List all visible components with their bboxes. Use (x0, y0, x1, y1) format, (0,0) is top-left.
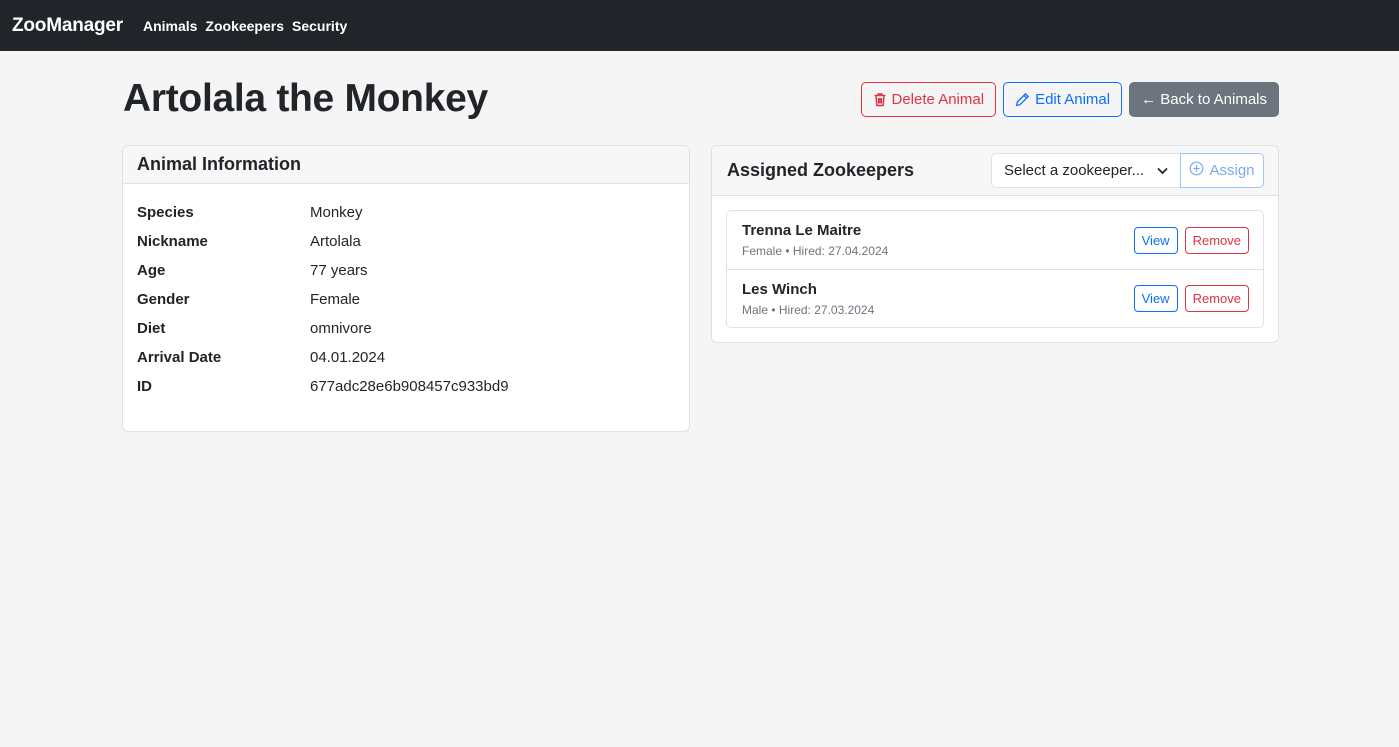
animal-information-card: Animal Information Species Monkey Nickna… (122, 145, 690, 432)
keeper-details: Trenna Le Maitre Female • Hired: 27.04.2… (742, 222, 888, 258)
view-keeper-button[interactable]: View (1133, 226, 1178, 254)
edit-animal-button[interactable]: Edit Animal (1003, 81, 1123, 117)
assign-button[interactable]: Assign (1180, 153, 1264, 188)
assigned-zookeepers-card: Assigned Zookeepers Select a zookeeper..… (711, 145, 1279, 343)
delete-animal-button[interactable]: Delete Animal (860, 81, 997, 117)
keeper-name: Les Winch (742, 280, 817, 298)
info-value: Monkey (310, 204, 363, 221)
info-label: Diet (137, 320, 166, 337)
plus-circle-icon (1189, 161, 1204, 180)
zookeeper-select-value: Select a zookeeper... (1004, 162, 1145, 179)
pencil-icon (1015, 92, 1030, 107)
info-value: Female (310, 291, 361, 308)
remove-keeper-button[interactable]: Remove (1184, 285, 1249, 312)
info-row-nickname: Nickname Artolala (137, 227, 675, 256)
info-label: Species (137, 204, 194, 221)
keeper-name: Trenna Le Maitre (742, 222, 862, 239)
zookeepers-list: Trenna Le Maitre Female • Hired: 27.04.2… (726, 210, 1264, 328)
keeper-details: Les Winch Male • Hired: 27.03.2024 (742, 281, 874, 317)
list-item: Trenna Le Maitre Female • Hired: 27.04.2… (727, 211, 1263, 269)
info-row-arrival-date: Arrival Date 04.01.2024 (137, 343, 675, 372)
keeper-actions: View Remove (1133, 226, 1249, 254)
assign-label: Assign (1209, 162, 1255, 179)
keeper-meta: Male • Hired: 27.03.2024 (742, 302, 875, 317)
trash-icon (873, 92, 887, 107)
info-row-gender: Gender Female (137, 285, 675, 314)
back-to-animals-button[interactable]: ← Back to Animals (1129, 81, 1279, 117)
remove-keeper-button[interactable]: Remove (1184, 226, 1249, 254)
chevron-down-icon (1157, 162, 1168, 179)
info-label: Gender (137, 291, 190, 308)
keeper-meta: Female • Hired: 27.04.2024 (742, 244, 889, 258)
info-value: omnivore (310, 320, 372, 337)
top-navbar: ZooManager Animals Zookeepers Security (0, 0, 1399, 51)
zookeeper-select[interactable]: Select a zookeeper... (991, 153, 1180, 188)
info-value: 677adc28e6b908457c933bd9 (310, 378, 509, 395)
nav-link-animals[interactable]: Animals (143, 18, 197, 34)
info-label: Age (137, 262, 166, 279)
info-row-species: Species Monkey (137, 198, 675, 227)
info-label: ID (137, 378, 152, 395)
view-keeper-button[interactable]: View (1133, 285, 1178, 312)
info-value: 77 years (310, 262, 368, 279)
page-title: Artolala the Monkey (123, 77, 488, 120)
animal-information-header: Animal Information (123, 146, 689, 184)
brand-logo[interactable]: ZooManager (12, 15, 123, 37)
assigned-zookeepers-title: Assigned Zookeepers (727, 160, 915, 180)
edit-animal-label: Edit Animal (1035, 90, 1111, 108)
info-label: Arrival Date (137, 349, 222, 366)
keeper-actions: View Remove (1133, 285, 1249, 312)
info-value: Artolala (310, 233, 361, 250)
info-value: 04.01.2024 (310, 349, 386, 366)
header-actions: Delete Animal Edit Animal ← Back to Anim… (860, 81, 1279, 117)
list-item: Les Winch Male • Hired: 27.03.2024 View … (727, 269, 1263, 327)
nav-link-zookeepers[interactable]: Zookeepers (205, 18, 284, 34)
info-row-diet: Diet omnivore (137, 314, 675, 343)
assigned-zookeepers-header: Assigned Zookeepers Select a zookeeper..… (712, 146, 1278, 196)
info-row-age: Age 77 years (137, 256, 675, 285)
assign-zookeeper-group: Select a zookeeper... Assign (991, 153, 1264, 188)
info-row-id: ID 677adc28e6b908457c933bd9 (137, 372, 675, 401)
delete-animal-label: Delete Animal (891, 90, 985, 108)
page-header: Artolala the Monkey Delete Animal Edit A… (123, 72, 1279, 126)
nav-link-security[interactable]: Security (292, 18, 347, 34)
info-label: Nickname (137, 233, 208, 250)
animal-information-body: Species Monkey Nickname Artolala Age 77 … (123, 184, 689, 415)
